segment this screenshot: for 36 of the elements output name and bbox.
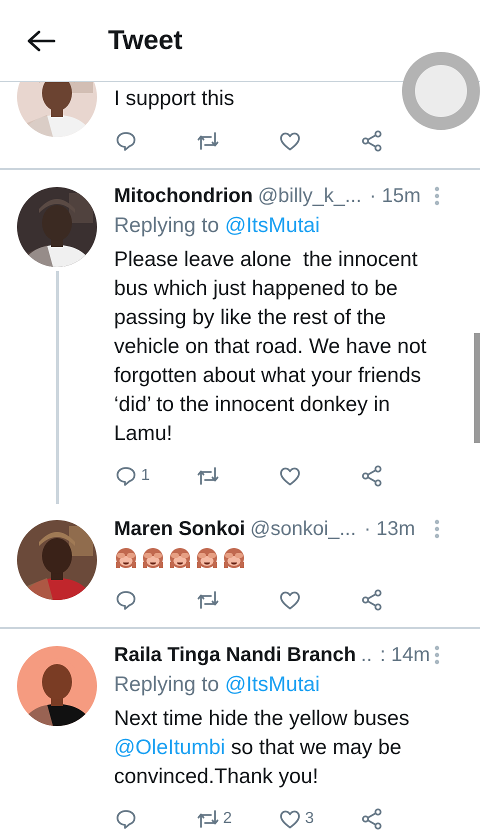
replying-to-text: Replying to @ItsMutai (114, 213, 321, 239)
tweet-text: I support this (114, 86, 236, 112)
share-icon[interactable] (360, 588, 384, 612)
reply-icon[interactable] (114, 464, 138, 488)
retweet-icon[interactable] (196, 464, 220, 488)
retweet-icon[interactable] (196, 588, 220, 612)
monkey-icon (222, 545, 246, 569)
reply-icon[interactable] (114, 129, 138, 153)
timestamp: : 14m (380, 643, 430, 668)
reply-icon[interactable] (114, 588, 138, 612)
reply-icon[interactable] (114, 807, 138, 831)
tweet-text: Please leave alone the innocent bus which just happened to be passing by like the rest of the vehicle on that road. We have not forgotten about what your friends ‘did’ to the innocent donkey in Lamu! (114, 247, 428, 447)
retweet-icon[interactable] (196, 129, 220, 153)
page-title: Tweet (108, 25, 183, 56)
user-name[interactable]: Raila Tinga Nandi Branch (114, 642, 356, 668)
action-count: 1 (141, 467, 150, 485)
user-handle: .. (360, 643, 372, 668)
action-count: 3 (305, 810, 314, 828)
monkey-icon (168, 545, 192, 569)
share-icon[interactable] (360, 129, 384, 153)
monkey-icon (195, 545, 219, 569)
replying-to-text: Replying to @ItsMutai (114, 672, 321, 698)
tweet-text: Next time hide the yellow buses @OleItumbi so that we may be convinced.Thank you! (114, 706, 410, 790)
timestamp: · 15m (370, 184, 421, 209)
monkey-icon (141, 545, 165, 569)
user-handle: @sonkoi_... (250, 517, 356, 542)
user-name[interactable]: Maren Sonkoi (114, 516, 246, 542)
retweet-icon[interactable] (196, 807, 220, 831)
back-icon[interactable] (26, 28, 56, 52)
share-icon[interactable] (360, 807, 384, 831)
timestamp: · 13m (364, 517, 416, 542)
user-handle: @billy_k_... (258, 184, 362, 209)
action-count: 2 (223, 810, 232, 828)
user-name[interactable]: Mitochondrion (114, 183, 253, 209)
share-icon[interactable] (360, 464, 384, 488)
monkey-icon (114, 545, 138, 569)
